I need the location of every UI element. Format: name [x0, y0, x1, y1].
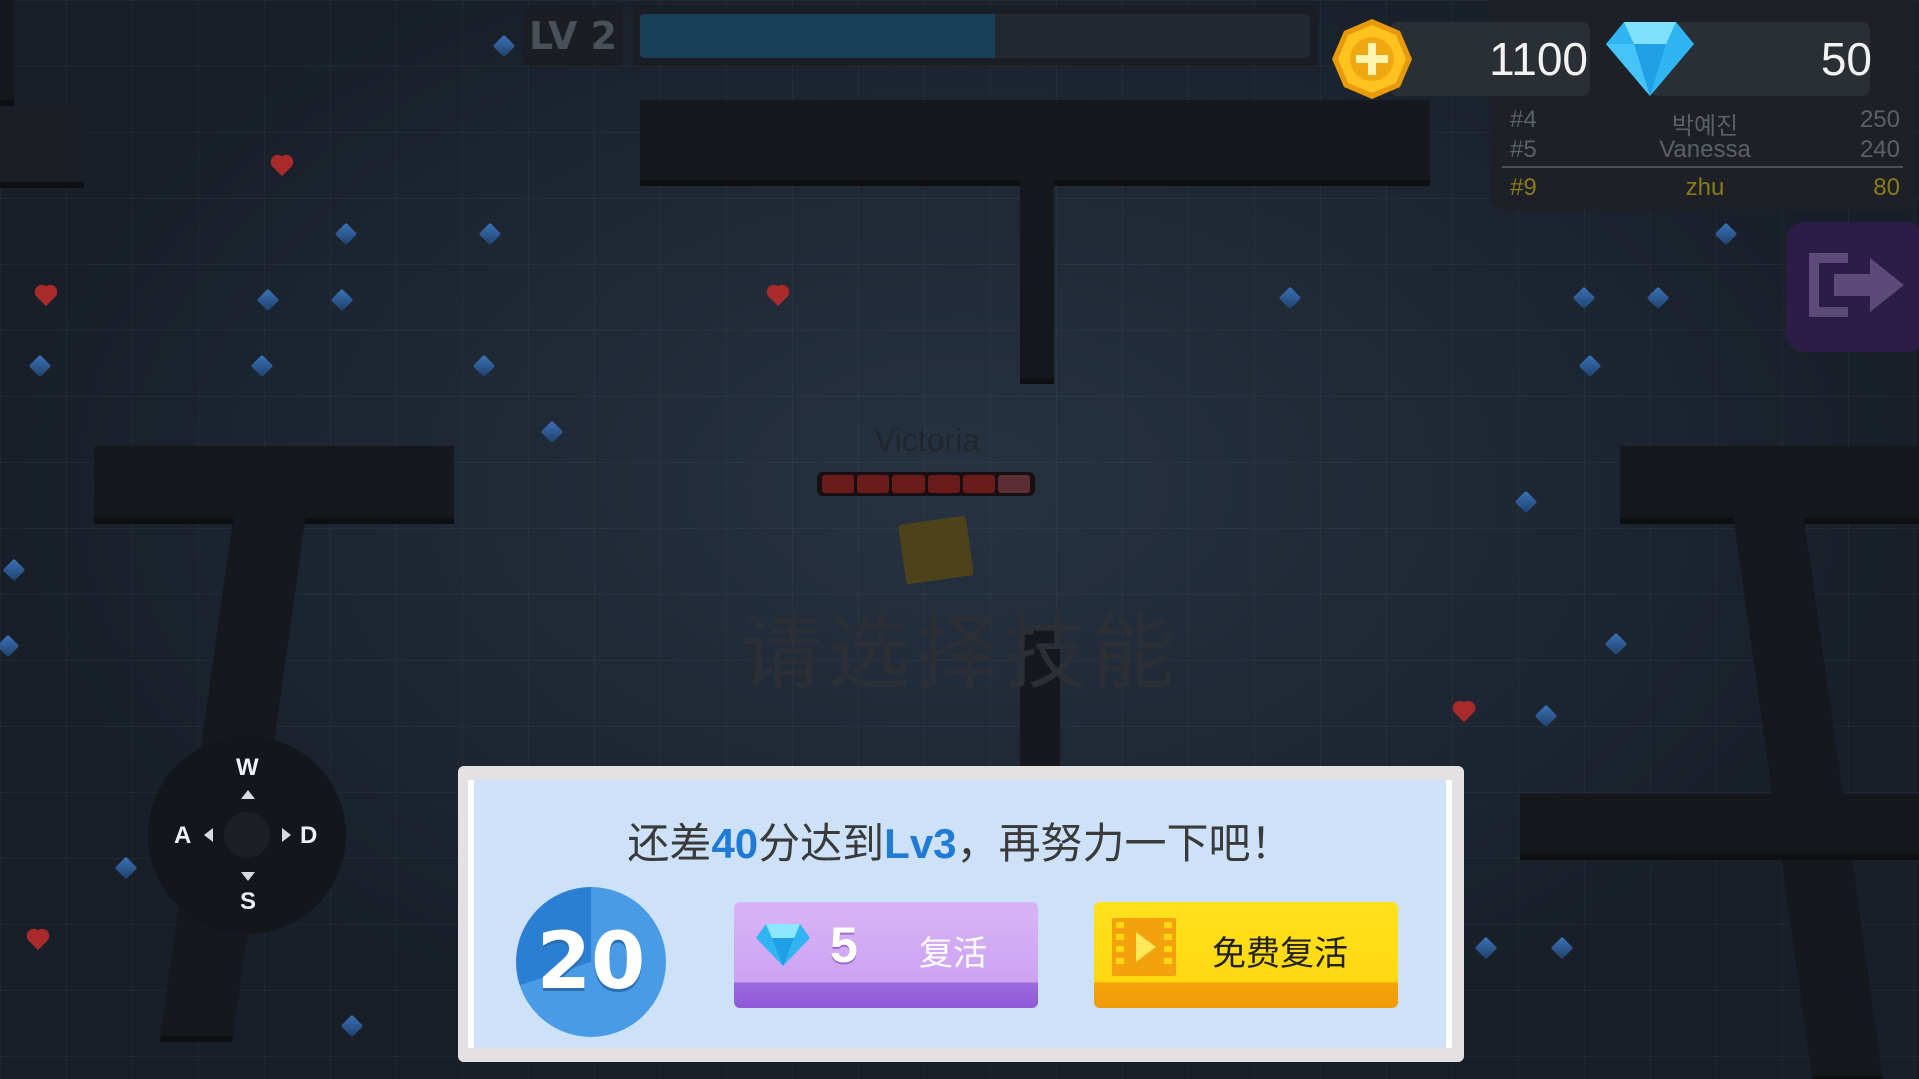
player-health-bar	[817, 472, 1035, 496]
health-segment	[857, 475, 890, 493]
player-character	[898, 515, 974, 585]
gem-pickup	[1278, 286, 1302, 310]
heart-pickup	[766, 286, 792, 308]
joystick-knob[interactable]	[224, 812, 270, 858]
leaderboard-my-row: #9 zhu 80	[1510, 174, 1900, 204]
health-segment	[997, 475, 1031, 493]
gem-revive-label: 复活	[919, 934, 987, 974]
health-segment	[962, 475, 995, 493]
gem-amount: 50	[1820, 33, 1872, 85]
health-segment	[822, 475, 855, 493]
arrow-up-icon	[241, 790, 255, 799]
coin-amount: 1100	[1489, 33, 1588, 85]
heart-pickup	[270, 156, 296, 178]
leaderboard-score: 250	[1859, 106, 1900, 133]
revive-countdown-timer: 20	[516, 887, 666, 1037]
gem-revive-button[interactable]: 5 复活	[734, 902, 1038, 1008]
heart-pickup	[1452, 702, 1478, 724]
gem-pickup	[1474, 936, 1498, 960]
arrow-down-icon	[241, 872, 255, 881]
key-w-label: W	[236, 754, 259, 781]
gem-pickup	[28, 354, 52, 378]
arrow-right-icon	[282, 828, 291, 842]
gem-pickup	[340, 1014, 364, 1038]
leaderboard-divider	[1502, 166, 1903, 168]
leaderboard-score: 240	[1859, 136, 1900, 163]
gem-pickup	[1550, 936, 1574, 960]
points-needed: 40	[711, 820, 759, 867]
gem-pickup	[1534, 704, 1558, 728]
level-badge: LV 2	[523, 6, 623, 66]
gem-pickup	[114, 856, 138, 880]
gem-pickup	[1604, 632, 1628, 656]
leaderboard-rank: #9	[1510, 174, 1537, 201]
leaderboard-rank: #4	[1510, 106, 1537, 133]
countdown-number: 20	[536, 917, 646, 1007]
gem-pickup	[492, 34, 516, 58]
gem-pickup	[2, 558, 26, 582]
gem-pickup	[1578, 354, 1602, 378]
xp-progress-bar	[633, 6, 1317, 66]
gem-icon	[756, 924, 810, 966]
target-level: Lv3	[884, 820, 957, 867]
maze-wall	[1520, 794, 1919, 854]
leaderboard-name: Vanessa	[1659, 136, 1751, 163]
xp-progress-fill	[640, 14, 996, 58]
gem-pickup	[1572, 286, 1596, 310]
exit-icon	[1809, 253, 1904, 317]
gem-pickup	[0, 634, 20, 658]
movement-joystick[interactable]: W A D S	[148, 736, 346, 934]
gem-revive-cost: 5	[830, 917, 858, 973]
exit-button[interactable]	[1786, 222, 1919, 352]
video-icon	[1112, 918, 1176, 976]
maze-wall	[0, 0, 14, 100]
heart-pickup	[34, 286, 60, 308]
leaderboard-rank: #5	[1510, 136, 1537, 163]
health-segment	[927, 475, 960, 493]
leaderboard-score: 80	[1873, 174, 1900, 201]
heart-pickup	[26, 930, 52, 952]
maze-wall	[1020, 120, 1054, 378]
gem-pickup	[1514, 490, 1538, 514]
key-s-label: S	[240, 888, 257, 915]
gem-pickup	[478, 222, 502, 246]
gem-pickup	[334, 222, 358, 246]
arrow-left-icon	[204, 828, 213, 842]
gem-pickup	[540, 420, 564, 444]
free-revive-label: 免费复活	[1212, 934, 1348, 974]
maze-wall	[0, 104, 84, 182]
player-name: Victoria	[873, 422, 981, 458]
gem-pickup	[472, 354, 496, 378]
skill-select-hint: 请选择技能	[739, 606, 1180, 701]
gem-pickup	[256, 288, 280, 312]
key-a-label: A	[174, 822, 192, 849]
key-d-label: D	[300, 822, 318, 849]
gem-pickup	[250, 354, 274, 378]
health-segment	[892, 475, 925, 493]
gem-pickup	[330, 288, 354, 312]
free-revive-button[interactable]: 免费复活	[1094, 902, 1398, 1008]
leaderboard-row: #4 박예진 250	[1510, 106, 1900, 140]
leaderboard-name: zhu	[1685, 174, 1725, 201]
gem-pickup	[1714, 222, 1738, 246]
gem-pickup	[1646, 286, 1670, 310]
maze-wall	[1727, 476, 1883, 1076]
leaderboard-row: #5 Vanessa 240	[1510, 136, 1900, 166]
revive-message: 还差40分达到Lv3，再努力一下吧！	[627, 819, 1293, 868]
